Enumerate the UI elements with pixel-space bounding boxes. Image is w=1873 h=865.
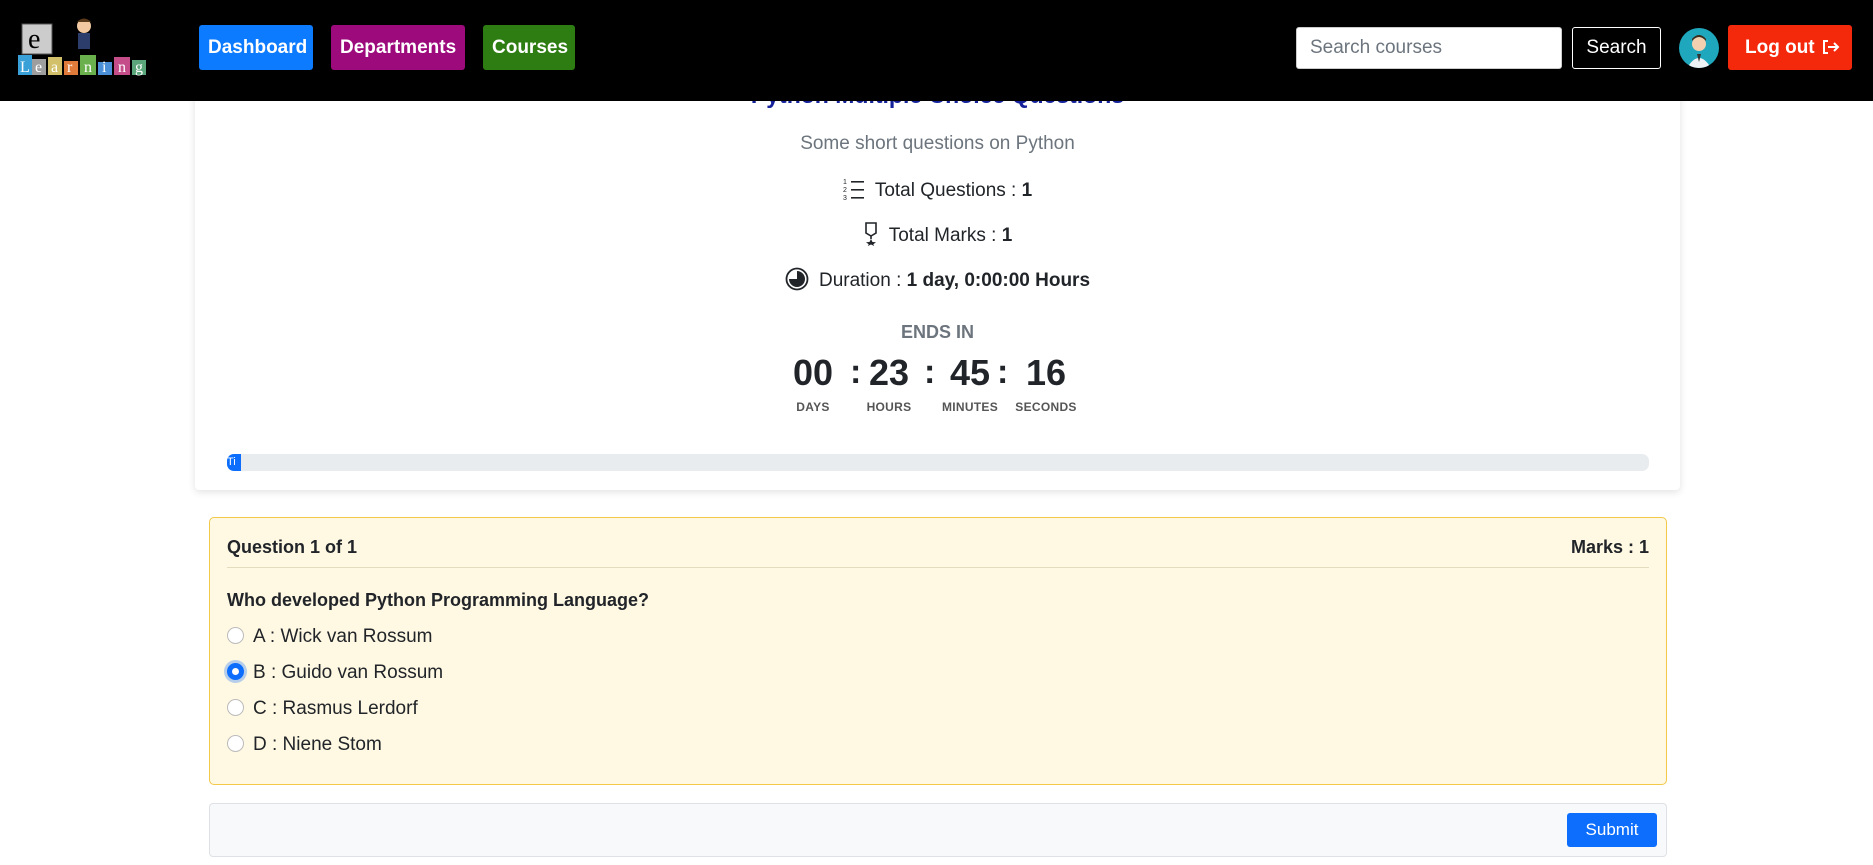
time-progress-fill: Ti — [227, 454, 242, 471]
total-questions: 1 2 3 Total Questions : 1 — [195, 177, 1680, 202]
seconds-value: 16 — [1025, 352, 1067, 393]
logout-button[interactable]: Log out — [1728, 25, 1852, 70]
elearning-logo[interactable]: e L e a r n i n g — [18, 18, 172, 78]
quiz-subtitle: Some short questions on Python — [800, 133, 1075, 154]
time-progress-bar: Ti — [227, 454, 1649, 471]
svg-text:3: 3 — [843, 195, 847, 201]
quiz-info-card: Python Multiple Choice Questions Some sh… — [195, 60, 1680, 490]
duration-value: 1 day, 0:00:00 Hours — [906, 270, 1091, 291]
list-ol-icon: 1 2 3 — [843, 179, 864, 202]
logo-letter-5: n — [84, 59, 92, 76]
option-a[interactable]: A : Wick van Rossum — [227, 626, 433, 652]
question-text: Who developed Python Programming Languag… — [227, 590, 650, 610]
minutes-value: 45 — [949, 352, 991, 393]
duration-label: Duration : — [818, 270, 907, 291]
option-b-radio[interactable] — [227, 663, 244, 680]
option-d-label[interactable]: D : Niene Stom — [253, 734, 382, 755]
search-input[interactable] — [1296, 27, 1562, 69]
option-b-label[interactable]: B : Guido van Rossum — [253, 662, 443, 683]
option-b[interactable]: B : Guido van Rossum — [227, 662, 443, 688]
logout-icon — [1822, 37, 1840, 57]
award-icon — [864, 222, 877, 246]
total-marks-label: Total Marks : — [888, 225, 1002, 246]
svg-text:2: 2 — [843, 187, 847, 194]
days-value: 00 — [792, 352, 834, 393]
option-d-radio[interactable] — [227, 735, 244, 752]
total-marks: Total Marks : 1 — [195, 222, 1680, 247]
total-marks-value: 1 — [1001, 225, 1013, 246]
countdown-seconds: 16 SECONDS — [1013, 351, 1079, 414]
total-questions-value: 1 — [1021, 180, 1033, 201]
countdown-timer: 00 DAYS : 23 HOURS : 45 MINUTES : 16 SEC… — [195, 351, 1680, 421]
logo-letter-6: i — [102, 59, 107, 76]
colon-separator: : — [997, 353, 1009, 391]
minutes-label: MINUTES — [941, 400, 999, 414]
total-questions-label: Total Questions : — [874, 180, 1022, 201]
logo-letter-4: r — [67, 59, 73, 76]
user-avatar[interactable] — [1679, 28, 1719, 68]
dashboard-button[interactable]: Dashboard — [199, 25, 313, 70]
submit-footer: Submit — [209, 803, 1667, 857]
duration: Duration : 1 day, 0:00:00 Hours — [195, 267, 1680, 292]
logo-letter-1: L — [20, 59, 29, 76]
submit-button[interactable]: Submit — [1567, 813, 1657, 847]
seconds-label: SECONDS — [1015, 400, 1077, 414]
question-header: Question 1 of 1 Marks : 1 — [227, 518, 1649, 568]
days-label: DAYS — [796, 400, 830, 414]
question-counter: Question 1 of 1 — [227, 537, 358, 557]
hours-label: HOURS — [866, 400, 912, 414]
colon-separator: : — [924, 353, 936, 391]
svg-text:1: 1 — [843, 179, 847, 186]
colon-separator: : — [850, 353, 862, 391]
question-marks: Marks : 1 — [1570, 537, 1649, 557]
hours-value: 23 — [868, 352, 910, 393]
logo-letter-7: n — [118, 59, 126, 76]
logo-letter-3: a — [51, 59, 58, 76]
option-a-label[interactable]: A : Wick van Rossum — [253, 626, 433, 647]
logo-letter-2: e — [35, 59, 42, 76]
option-a-radio[interactable] — [227, 627, 244, 644]
departments-button[interactable]: Departments — [331, 25, 465, 70]
ends-in-label: ENDS IN — [900, 322, 974, 342]
option-c-label[interactable]: C : Rasmus Lerdorf — [253, 698, 418, 719]
option-c-radio[interactable] — [227, 699, 244, 716]
countdown-hours: 23 HOURS — [864, 351, 914, 414]
countdown-days: 00 DAYS — [792, 351, 834, 414]
navbar: e L e a r n i n g Dashboard Departments … — [0, 0, 1873, 101]
logout-label: Log out — [1745, 37, 1815, 58]
logo-letter-8: g — [135, 59, 143, 76]
search-button[interactable]: Search — [1572, 27, 1661, 69]
logo-letter: e — [28, 24, 40, 55]
option-c[interactable]: C : Rasmus Lerdorf — [227, 698, 418, 724]
question-card: Question 1 of 1 Marks : 1 Who developed … — [209, 517, 1667, 785]
clock-half-icon — [785, 267, 809, 291]
courses-button[interactable]: Courses — [483, 25, 575, 70]
countdown-minutes: 45 MINUTES — [939, 351, 1001, 414]
option-d[interactable]: D : Niene Stom — [227, 734, 382, 760]
